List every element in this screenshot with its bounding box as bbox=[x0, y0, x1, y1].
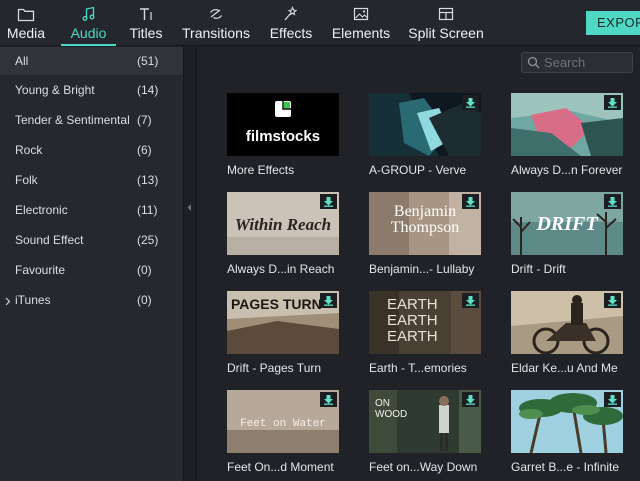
category-item-rock[interactable]: Rock (6) bbox=[0, 136, 183, 164]
tab-label: Titles bbox=[129, 25, 163, 41]
download-icon[interactable] bbox=[462, 194, 479, 209]
category-item-all[interactable]: All (51) bbox=[0, 47, 183, 75]
category-count: (0) bbox=[137, 293, 152, 307]
tab-label: Media bbox=[6, 25, 46, 41]
download-icon[interactable] bbox=[604, 293, 621, 308]
search-icon bbox=[527, 56, 540, 74]
tab-effects[interactable]: Effects bbox=[268, 0, 314, 46]
category-count: (0) bbox=[137, 263, 152, 277]
tab-elements[interactable]: Elements bbox=[332, 0, 390, 46]
thumb-title: ON WOOD bbox=[375, 398, 408, 420]
category-name: Rock bbox=[15, 143, 43, 157]
category-count: (14) bbox=[137, 83, 159, 97]
image-icon bbox=[351, 4, 371, 24]
download-icon[interactable] bbox=[604, 194, 621, 209]
category-sidebar: All (51) Young & Bright (14) Tender & Se… bbox=[0, 47, 183, 481]
tab-audio[interactable]: Audio bbox=[61, 0, 116, 46]
search-input[interactable] bbox=[544, 54, 630, 71]
download-icon[interactable] bbox=[320, 392, 337, 407]
track-title: More Effects bbox=[227, 163, 295, 177]
panel-splitter[interactable] bbox=[183, 47, 197, 481]
track-title: Feet on...Way Down bbox=[369, 460, 478, 474]
download-icon[interactable] bbox=[604, 95, 621, 110]
category-count: (13) bbox=[137, 173, 159, 187]
track-title: Drift - Pages Turn bbox=[227, 361, 322, 375]
magic-wand-icon bbox=[281, 4, 301, 24]
category-count: (7) bbox=[137, 113, 152, 127]
tab-titles[interactable]: Titles bbox=[128, 0, 164, 46]
search-bar bbox=[197, 47, 640, 77]
tab-transitions[interactable]: Transitions bbox=[182, 0, 250, 46]
category-count: (11) bbox=[137, 203, 158, 217]
track-title: Eldar Ke...u And Me bbox=[511, 361, 618, 375]
category-item-itunes[interactable]: iTunes (0) bbox=[0, 286, 183, 314]
tab-label: Audio bbox=[70, 25, 107, 41]
track-title: Earth - T...emories bbox=[369, 361, 467, 375]
search-field[interactable] bbox=[521, 52, 633, 73]
thumb-title: PAGES TURN bbox=[231, 296, 322, 312]
collapse-sidebar-icon[interactable] bbox=[186, 199, 192, 217]
tab-label: Transitions bbox=[182, 25, 250, 41]
track-title: Always D...n Forever bbox=[511, 163, 623, 177]
download-icon[interactable] bbox=[462, 95, 479, 110]
folder-icon bbox=[16, 4, 36, 24]
track-thumbnail: filmstocks bbox=[227, 93, 339, 156]
category-name: Electronic bbox=[15, 203, 68, 217]
category-item-electronic[interactable]: Electronic (11) bbox=[0, 196, 183, 224]
track-title: Feet On...d Moment bbox=[227, 460, 334, 474]
download-icon[interactable] bbox=[320, 293, 337, 308]
track-title: Garret B...e - Infinite bbox=[511, 460, 620, 474]
category-item-young-bright[interactable]: Young & Bright (14) bbox=[0, 76, 183, 104]
category-item-favourite[interactable]: Favourite (0) bbox=[0, 256, 183, 284]
export-button[interactable]: EXPORT bbox=[586, 11, 640, 35]
track-title: Benjamin...- Lullaby bbox=[369, 262, 475, 276]
download-icon[interactable] bbox=[462, 293, 479, 308]
category-name: Young & Bright bbox=[15, 83, 95, 97]
download-icon[interactable] bbox=[320, 194, 337, 209]
text-icon bbox=[136, 4, 156, 24]
tab-label: Effects bbox=[269, 25, 313, 41]
thumb-title: Feet on Water bbox=[240, 418, 326, 430]
thumb-title: EARTH EARTH EARTH bbox=[387, 297, 438, 345]
category-item-tender-sentimental[interactable]: Tender & Sentimental (7) bbox=[0, 106, 183, 134]
tab-media[interactable]: Media bbox=[6, 0, 46, 46]
filmstocks-logo: filmstocks bbox=[246, 128, 320, 145]
category-count: (51) bbox=[137, 54, 159, 68]
chevron-right-icon[interactable] bbox=[5, 295, 11, 309]
split-screen-icon bbox=[436, 4, 456, 24]
category-name: Sound Effect bbox=[15, 233, 84, 247]
category-name: Favourite bbox=[15, 263, 66, 277]
track-title: Drift - Drift bbox=[511, 262, 566, 276]
category-item-sound-effect[interactable]: Sound Effect (25) bbox=[0, 226, 183, 254]
thumb-title: DRIFT bbox=[535, 213, 598, 235]
track-title: Always D...in Reach bbox=[227, 262, 335, 276]
category-count: (25) bbox=[137, 233, 159, 247]
music-note-icon bbox=[79, 4, 99, 24]
download-icon[interactable] bbox=[462, 392, 479, 407]
category-name: Tender & Sentimental bbox=[15, 113, 130, 127]
tab-label: Elements bbox=[331, 25, 391, 41]
category-count: (6) bbox=[137, 143, 152, 157]
top-toolbar: Media Audio Titles Transitions Effects E… bbox=[0, 0, 640, 46]
download-icon[interactable] bbox=[604, 392, 621, 407]
category-name: iTunes bbox=[15, 293, 51, 307]
category-name: Folk bbox=[15, 173, 38, 187]
thumb-title: Within Reach bbox=[235, 215, 331, 234]
transition-icon bbox=[206, 4, 226, 24]
tab-split-screen[interactable]: Split Screen bbox=[408, 0, 484, 46]
track-title: A-GROUP - Verve bbox=[369, 163, 467, 177]
tab-label: Split Screen bbox=[408, 25, 484, 41]
category-name: All bbox=[15, 54, 29, 68]
category-item-folk[interactable]: Folk (13) bbox=[0, 166, 183, 194]
